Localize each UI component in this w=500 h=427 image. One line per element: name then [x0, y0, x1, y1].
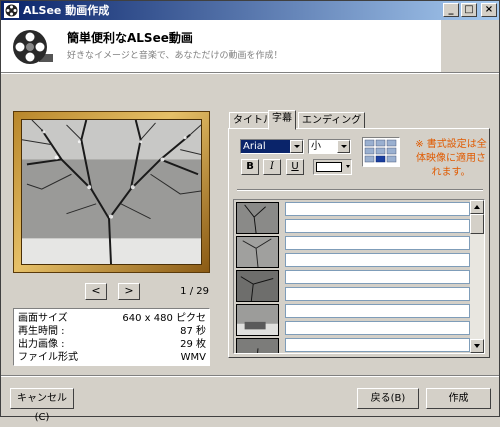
subtitle-input[interactable]	[285, 219, 470, 233]
text-color-swatch	[316, 162, 342, 172]
subtitle-list	[233, 199, 485, 354]
tab-ending[interactable]: エンディング	[298, 112, 366, 129]
thumbnail-image	[236, 270, 279, 302]
back-button[interactable]: 戻る(B)	[357, 388, 419, 409]
tab-subtitle[interactable]: 字幕	[268, 110, 296, 130]
subtitle-input[interactable]	[285, 321, 470, 335]
italic-button[interactable]: I	[263, 159, 281, 175]
subtitle-position-grid[interactable]	[362, 137, 400, 167]
maximize-button[interactable]: □	[461, 3, 477, 17]
text-color-picker[interactable]	[313, 159, 352, 175]
subtitle-scrollbar[interactable]	[470, 200, 484, 353]
info-label: ファイル形式	[18, 352, 78, 363]
film-reel-icon	[4, 3, 19, 18]
header-subtitle: 好きなイメージと音楽で、あなただけの動画を作成！	[67, 51, 283, 61]
subtitle-input[interactable]	[285, 236, 470, 250]
subtitle-input[interactable]	[285, 338, 470, 352]
thumbnail-image	[236, 202, 279, 234]
chevron-down-icon[interactable]	[337, 140, 350, 153]
subtitle-input[interactable]	[285, 270, 470, 284]
scroll-up-button[interactable]	[470, 200, 484, 214]
info-row: 再生時間 : 87 秒	[18, 326, 206, 338]
subtitle-input[interactable]	[285, 287, 470, 301]
window-title: ALSee 動画作成	[23, 4, 110, 17]
thumbnail-image	[236, 338, 279, 353]
subtitle-input[interactable]	[285, 253, 470, 267]
thumbnail-image	[236, 236, 279, 268]
position-grid-icon	[364, 139, 397, 163]
thumbnail-image	[236, 304, 279, 336]
subtitle-input[interactable]	[285, 304, 470, 318]
info-value: 87 秒	[180, 326, 206, 337]
info-row: ファイル形式 WMV	[18, 352, 206, 364]
chevron-down-icon[interactable]	[290, 140, 303, 153]
font-select-value: Arial	[243, 141, 266, 152]
create-button[interactable]: 作成	[426, 388, 491, 409]
page-indicator: 1 / 29	[180, 286, 209, 297]
underline-button[interactable]: U	[286, 159, 304, 175]
info-value: 640 x 480 ピクセ	[122, 313, 206, 324]
info-panel: 画面サイズ 640 x 480 ピクセ 再生時間 : 87 秒 出力画像 : 2…	[13, 308, 210, 366]
next-image-button[interactable]: >	[118, 283, 140, 300]
size-select-value: 小	[311, 141, 321, 152]
film-reel-logo-icon	[13, 30, 53, 64]
title-bar[interactable]: ALSee 動画作成 _ □ ×	[1, 1, 499, 20]
info-label: 出力画像 :	[18, 339, 65, 350]
size-select[interactable]: 小	[308, 139, 351, 154]
arrow-up-icon	[474, 205, 480, 209]
scroll-thumb[interactable]	[470, 214, 484, 234]
cancel-button[interactable]: キャンセル(C)	[10, 388, 74, 423]
panel-divider	[237, 189, 483, 191]
info-label: 画面サイズ	[18, 313, 68, 324]
info-value: 29 枚	[180, 339, 206, 350]
scroll-down-button[interactable]	[470, 339, 484, 353]
header-title: 簡単便利なALSee動画	[67, 31, 193, 45]
header-banner: 簡単便利なALSee動画 好きなイメージと音楽で、あなただけの動画を作成！	[1, 20, 441, 72]
bold-button[interactable]: B	[241, 159, 259, 175]
format-notice: ※ 書式設定は全体映像に適用されます。	[415, 139, 487, 178]
arrow-down-icon	[474, 344, 480, 348]
minimize-button[interactable]: _	[443, 3, 459, 17]
header-divider	[1, 72, 499, 74]
chevron-down-icon	[346, 165, 350, 168]
info-label: 再生時間 :	[18, 326, 65, 337]
close-button[interactable]: ×	[481, 3, 497, 17]
info-value: WMV	[180, 352, 206, 363]
info-row: 出力画像 : 29 枚	[18, 339, 206, 351]
subtitle-input[interactable]	[285, 202, 470, 216]
footer-divider	[1, 375, 499, 377]
main-window: ALSee 動画作成 _ □ × 簡単便利なALSee動画 好きなイメージと音楽…	[0, 0, 500, 423]
prev-image-button[interactable]: <	[85, 283, 107, 300]
preview-frame	[13, 111, 210, 273]
font-select[interactable]: Arial	[240, 139, 304, 154]
preview-image	[21, 119, 202, 265]
info-row: 画面サイズ 640 x 480 ピクセ	[18, 313, 206, 325]
